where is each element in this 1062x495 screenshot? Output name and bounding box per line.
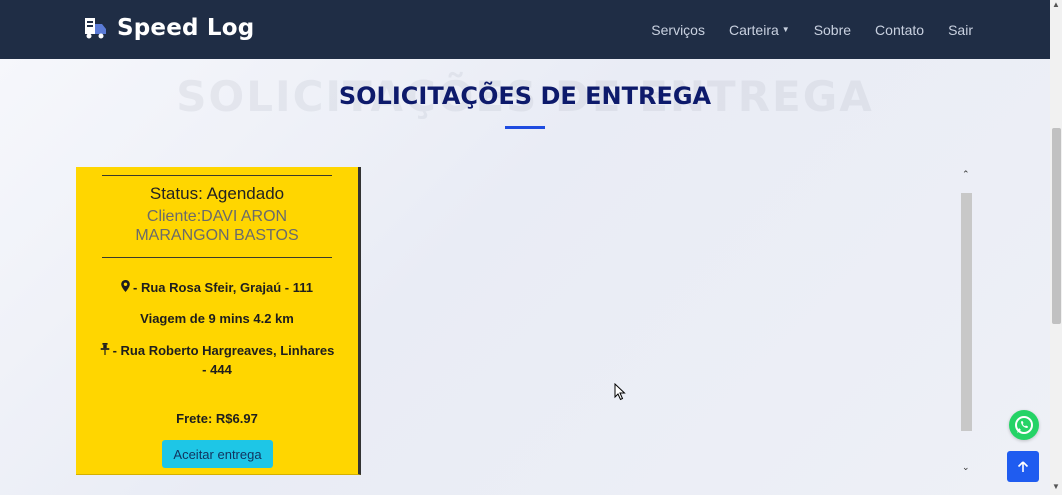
map-marker-icon [121, 280, 130, 292]
origin-address-text: - Rua Rosa Sfeir, Grajaú - 111 [133, 280, 313, 295]
status-text: Status: Agendado [149, 184, 285, 203]
scroll-down-icon[interactable]: ▼ [1052, 482, 1060, 491]
accept-delivery-button[interactable]: Aceitar entrega [162, 440, 273, 468]
nav-item-carteira[interactable]: Carteira ▼ [729, 22, 790, 38]
origin-address: - Rua Rosa Sfeir, Grajaú - 111 [96, 278, 338, 297]
pushpin-icon [100, 343, 109, 355]
nav-item-label: Sair [948, 21, 973, 38]
page-scrollbar[interactable]: ▲ ▼ [1050, 0, 1062, 495]
chevron-up-icon[interactable]: ⌃ [962, 169, 970, 180]
divider [102, 175, 332, 176]
page-scrollbar-thumb[interactable] [1052, 128, 1061, 324]
nav-item-label: Serviços [651, 21, 705, 38]
fare: Frete: R$6.97 [176, 411, 258, 426]
nav-item-label: Sobre [813, 21, 852, 38]
truck-logo-icon [85, 18, 106, 39]
list-scrollbar[interactable]: ⌃ ⌄ [959, 167, 974, 475]
nav-item-label: Carteira [728, 21, 779, 38]
trip-info: Viagem de 9 mins 4.2 km [140, 311, 294, 326]
scroll-up-icon[interactable]: ▲ [1052, 0, 1060, 9]
caret-down-icon: ▼ [781, 25, 790, 34]
client-name: Cliente:DAVI ARON MARANGON BASTOS [135, 208, 299, 244]
nav-menu: Serviços Carteira ▼ Sobre Contato Sair [651, 0, 973, 59]
navbar: Speed Log Serviços Carteira ▼ Sobre Conta… [0, 0, 1050, 59]
back-to-top-button[interactable] [1007, 451, 1039, 482]
nav-item-sobre[interactable]: Sobre [814, 22, 851, 38]
nav-item-contato[interactable]: Contato [875, 22, 924, 38]
page-title: SOLICITAÇÕES DE ENTREGA [338, 82, 712, 110]
chevron-down-icon[interactable]: ⌄ [962, 462, 970, 473]
delivery-request-card: Status: Agendado Cliente:DAVI ARON MARAN… [76, 167, 361, 475]
destination-address: - Rua Roberto Hargreaves, Linhares - 444 [96, 341, 338, 379]
nav-item-servicos[interactable]: Serviços [651, 22, 705, 38]
whatsapp-button[interactable] [1009, 410, 1039, 440]
nav-item-label: Contato [875, 21, 925, 38]
destination-address-text: - Rua Roberto Hargreaves, Linhares - 444 [112, 343, 335, 377]
list-scrollbar-thumb[interactable] [961, 193, 972, 431]
brand[interactable]: Speed Log [83, 15, 254, 41]
nav-item-sair[interactable]: Sair [948, 22, 973, 38]
title-underline [505, 126, 545, 129]
arrow-up-icon [1017, 460, 1029, 472]
divider [102, 257, 332, 258]
mouse-cursor-icon [614, 383, 626, 401]
brand-name: Speed Log [117, 15, 255, 41]
whatsapp-icon [1015, 416, 1033, 434]
